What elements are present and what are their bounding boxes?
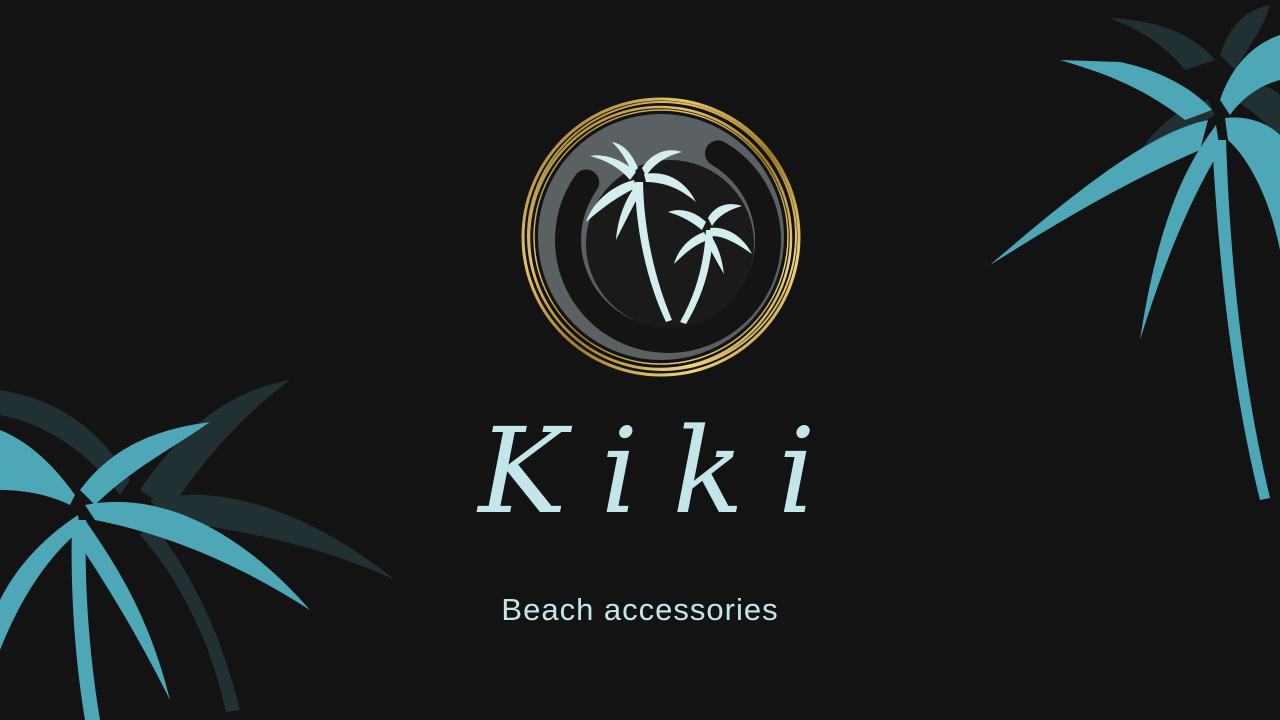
svg-text:Kiki: Kiki — [476, 402, 849, 540]
tagline: Beach accessories — [501, 592, 779, 627]
logo-badge — [521, 97, 801, 377]
brand-name: Kiki — [476, 402, 849, 540]
